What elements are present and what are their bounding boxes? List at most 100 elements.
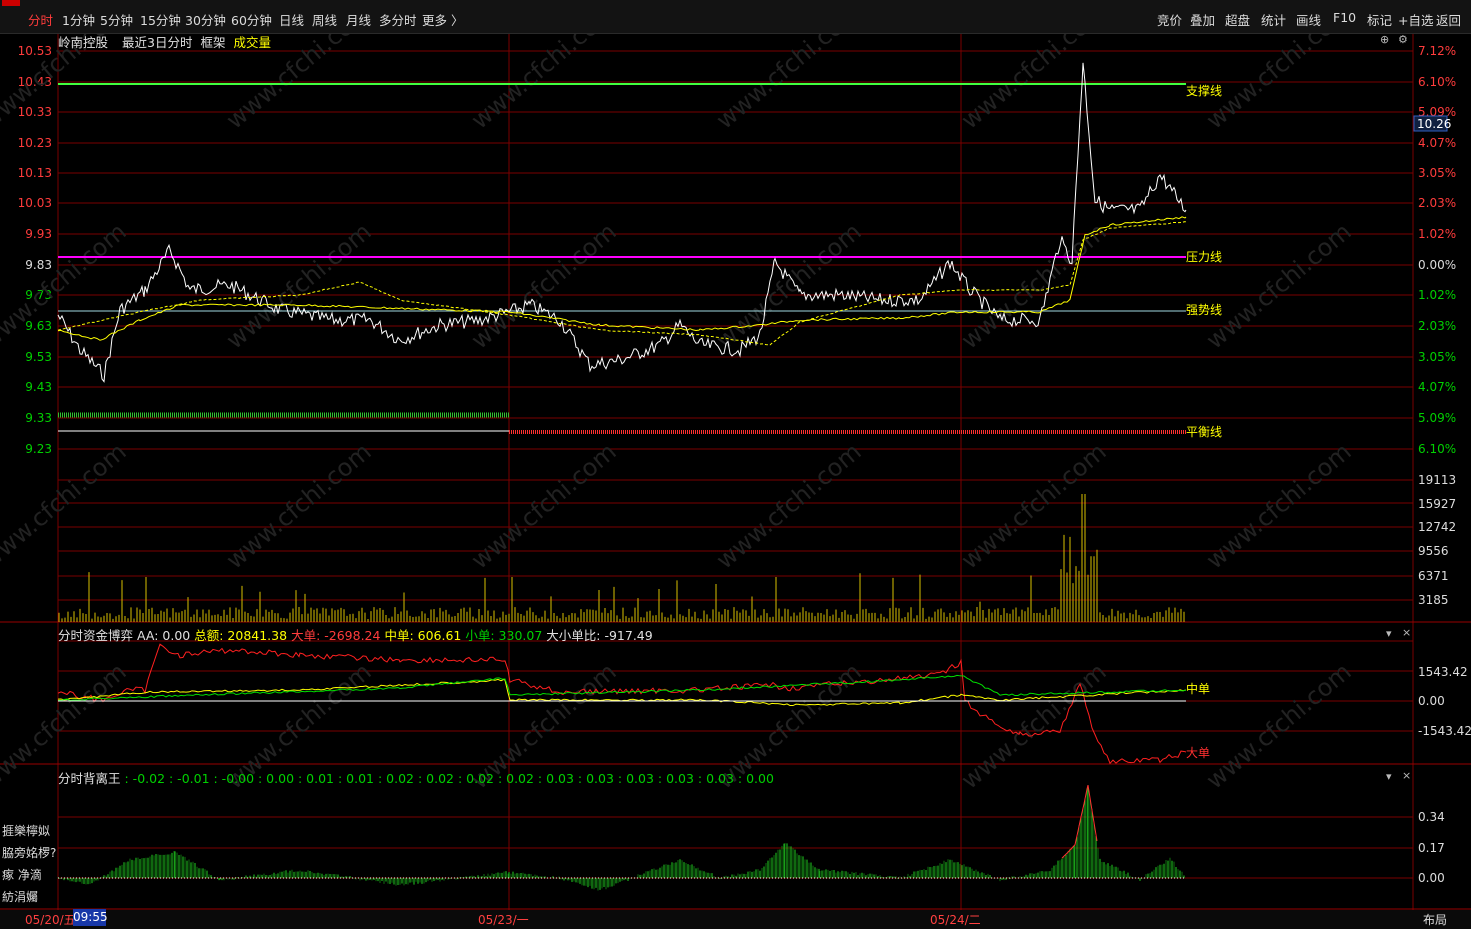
- toolbar-button-6[interactable]: 标记: [1367, 10, 1392, 29]
- toolbar-button-2[interactable]: 超盘: [1225, 10, 1250, 29]
- volume-axis-label: 3185: [1418, 593, 1449, 607]
- pct-axis-label: 6.10%: [1418, 442, 1456, 456]
- toolbar-button-3[interactable]: 统计: [1261, 10, 1286, 29]
- watermark-text: www.cfchi.com: [1201, 437, 1357, 574]
- fund-axis-label: 1543.42: [1418, 665, 1468, 679]
- fund-collapse-icon[interactable]: ▾: [1386, 627, 1392, 640]
- fund-total: 总额: 20841.38: [194, 628, 288, 643]
- fund-big: 大单: -2698.24: [291, 628, 381, 643]
- watermark-text: www.cfchi.com: [466, 437, 622, 574]
- pct-axis-label: 3.05%: [1418, 166, 1456, 180]
- time-axis-bar: [0, 910, 1471, 929]
- add-panel-icon[interactable]: ⊕: [1380, 33, 1389, 46]
- pct-axis-label: 5.09%: [1418, 411, 1456, 425]
- toolbar-button-4[interactable]: 画线: [1296, 10, 1321, 29]
- fund-close-icon[interactable]: ×: [1402, 626, 1411, 639]
- pct-axis-label: 1.02%: [1418, 288, 1456, 302]
- pct-axis-label: 4.07%: [1418, 136, 1456, 150]
- pct-axis-label: 2.03%: [1418, 196, 1456, 210]
- side-label-1: 捱樂檸姒: [2, 824, 51, 838]
- side-label-4: 紡涓孎: [2, 890, 39, 904]
- tab-3[interactable]: 15分钟: [140, 10, 181, 29]
- toolbar-button-5[interactable]: F10: [1333, 10, 1356, 25]
- pct-axis-label: 1.02%: [1418, 227, 1456, 241]
- price-axis-label: 10.13: [18, 166, 52, 180]
- app-logo-icon: [2, 0, 20, 6]
- fund-axis-label: -1543.42: [1418, 724, 1471, 738]
- tab-8[interactable]: 月线: [346, 10, 371, 29]
- date-label-3: 05/24/二: [930, 913, 981, 927]
- fund-indicator-header: 分时资金博弈 AA: 0.00 总额: 20841.38 大单: -2698.2…: [58, 625, 653, 644]
- watermark-text: www.cfchi.com: [0, 217, 132, 354]
- tab-10[interactable]: 更多 〉: [422, 10, 463, 29]
- time-cursor-label: 09:55: [73, 909, 108, 926]
- divergence-axis-label: 0.17: [1418, 841, 1445, 855]
- tab-7[interactable]: 周线: [312, 10, 337, 29]
- price-axis-label: 9.83: [25, 258, 52, 272]
- support-line-label: 支撑线: [1186, 83, 1222, 98]
- price-axis-label: 9.93: [25, 227, 52, 241]
- pct-axis-label: 2.03%: [1418, 319, 1456, 333]
- side-label-3: 瘃 净滴: [2, 868, 42, 882]
- price-axis-label: 9.43: [25, 380, 52, 394]
- price-axis-label: 9.33: [25, 411, 52, 425]
- balance-line-label: 平衡线: [1186, 425, 1222, 439]
- layout-button[interactable]: 布局: [1423, 911, 1447, 928]
- top-toolbar: 分时 1分钟 5分钟 15分钟 30分钟 60分钟 日线 周线 月线 多分时 更多 〉 竞价 叠加 超盘…: [0, 0, 1471, 34]
- side-label-2: 脇旁姳椤?: [2, 846, 57, 860]
- watermark-text: www.cfchi.com: [1201, 217, 1357, 354]
- divergence-collapse-icon[interactable]: ▾: [1386, 770, 1392, 783]
- divergence-close-icon[interactable]: ×: [1402, 769, 1411, 782]
- volume-axis-label: 12742: [1418, 520, 1456, 534]
- stock-name[interactable]: 岭南控股: [58, 35, 108, 50]
- fund-mid: 中单: 606.61: [384, 628, 462, 643]
- chart-header: 岭南控股 最近3日分时 框架 成交量: [58, 32, 275, 51]
- pct-axis-label: 4.07%: [1418, 380, 1456, 394]
- volume-axis-label: 6371: [1418, 569, 1449, 583]
- toolbar-button-8[interactable]: 返回: [1436, 10, 1461, 29]
- divergence-indicator-header: 分时背离王 : -0.02 : -0.01 : -0.00 : 0.00 : 0…: [58, 768, 774, 787]
- pct-axis-label: 6.10%: [1418, 75, 1456, 89]
- current-price-label: 10.26: [1417, 117, 1451, 131]
- watermark-text: www.cfchi.com: [0, 437, 132, 574]
- tab-9[interactable]: 多分时: [379, 10, 417, 29]
- pct-axis-label: 3.05%: [1418, 350, 1456, 364]
- toolbar-button-7[interactable]: +自选: [1398, 10, 1433, 29]
- price-axis-label: 9.23: [25, 442, 52, 456]
- view-mode[interactable]: 最近3日分时: [122, 35, 192, 50]
- toolbar-button-0[interactable]: 竞价: [1157, 10, 1182, 29]
- strong-line-label: 强势线: [1186, 303, 1222, 317]
- tab-0[interactable]: 分时: [28, 10, 53, 29]
- watermark-text: www.cfchi.com: [711, 437, 867, 574]
- date-label-1: 05/20/五: [25, 913, 76, 927]
- fund-small: 小单: 330.07: [465, 628, 543, 643]
- pct-axis-label: 7.12%: [1418, 44, 1456, 58]
- toolbar-button-1[interactable]: 叠加: [1190, 10, 1215, 29]
- tab-1[interactable]: 1分钟: [62, 10, 95, 29]
- chart-canvas[interactable]: 10.5310.4310.3310.2310.1310.039.939.839.…: [0, 0, 1471, 929]
- watermark-text: www.cfchi.com: [466, 217, 622, 354]
- fund-axis-label: 0.00: [1418, 694, 1445, 708]
- volume-axis-label: 9556: [1418, 544, 1449, 558]
- tab-6[interactable]: 日线: [279, 10, 304, 29]
- frame-label[interactable]: 框架: [200, 35, 225, 50]
- fund-title[interactable]: 分时资金博弈: [58, 628, 133, 643]
- price-axis-label: 10.23: [18, 136, 52, 150]
- fund-mid-label: 中单: [1186, 681, 1210, 696]
- watermark-text: www.cfchi.com: [221, 437, 377, 574]
- tab-5[interactable]: 60分钟: [231, 10, 272, 29]
- divergence-title[interactable]: 分时背离王: [58, 771, 121, 786]
- divergence-values: : -0.02 : -0.01 : -0.00 : 0.00 : 0.01 : …: [124, 771, 774, 786]
- watermark-text: www.cfchi.com: [1201, 657, 1357, 794]
- settings-icon[interactable]: ⚙: [1398, 33, 1408, 46]
- fund-aa: AA: 0.00: [137, 628, 191, 643]
- watermark-text: www.cfchi.com: [956, 437, 1112, 574]
- volume-label[interactable]: 成交量: [233, 35, 271, 50]
- fund-big-label: 大单: [1186, 746, 1210, 760]
- fund-ratio: 大小单比: -917.49: [546, 628, 653, 643]
- divergence-axis-label: 0.00: [1418, 871, 1445, 885]
- tab-2[interactable]: 5分钟: [100, 10, 133, 29]
- price-axis-label: 10.03: [18, 196, 52, 210]
- watermark-text: www.cfchi.com: [956, 657, 1112, 794]
- tab-4[interactable]: 30分钟: [185, 10, 226, 29]
